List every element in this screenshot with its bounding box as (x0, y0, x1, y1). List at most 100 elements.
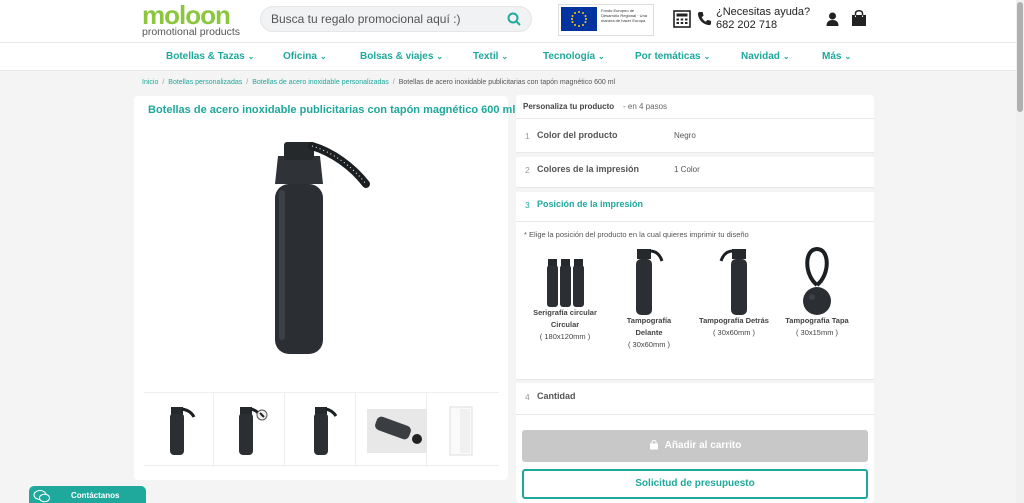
nav-item-tematicas[interactable]: Por temáticas ⌄ (635, 51, 710, 62)
user-icon[interactable] (826, 12, 839, 26)
product-thumbnail[interactable] (144, 393, 214, 467)
nav-item-label: Bolsas & viajes (360, 51, 434, 62)
nav-item-label: Por temáticas (635, 51, 701, 62)
chevron-down-icon: ⌄ (501, 52, 509, 61)
option-image (782, 245, 852, 315)
search-icon[interactable] (507, 12, 521, 26)
step-number: 4 (525, 392, 530, 402)
option-tampografia-detras[interactable]: Tampografía Detrás ( 30x60mm ) (699, 245, 769, 339)
step-print-position[interactable]: 3 Posición de la impresión (516, 188, 874, 222)
main-nav: Botellas & Tazas ⌄ Oficina ⌄ Bolsas & viaj… (0, 42, 1016, 71)
nav-item-navidad[interactable]: Navidad ⌄ (741, 51, 790, 62)
product-thumbnail[interactable] (428, 393, 498, 467)
chevron-down-icon: ⌄ (703, 52, 711, 61)
breadcrumb-link[interactable]: Botellas personalizadas (168, 79, 242, 86)
configurator-header: Personaliza tu producto - en 4 pasos (516, 95, 874, 119)
nav-item-bolsas[interactable]: Bolsas & viajes ⌄ (360, 51, 443, 62)
shopping-bag-icon (649, 440, 658, 450)
step-print-colors[interactable]: 2 Colores de la impresión 1 Color (516, 153, 874, 188)
shopping-bag-icon[interactable] (851, 10, 867, 27)
contact-tab[interactable]: Contáctanos (29, 486, 146, 503)
add-to-cart-label: Añadir al carrito (664, 440, 742, 451)
step-product-color[interactable]: 1 Color del producto Negro (516, 119, 874, 153)
option-image (614, 245, 684, 315)
breadcrumb-link[interactable]: Inicio (142, 79, 158, 86)
breadcrumb-separator: / (392, 79, 395, 86)
site-logo[interactable]: moloon promotional products (142, 2, 246, 40)
nav-item-label: Navidad (741, 51, 780, 62)
chevron-down-icon: ⌄ (782, 52, 790, 61)
step-number: 2 (525, 165, 530, 175)
nav-item-label: Textil (473, 51, 499, 62)
scrollbar-thumb[interactable] (1017, 2, 1023, 112)
option-tampografia-delante[interactable]: Tampografía Delante ( 30x60mm ) (614, 245, 684, 351)
add-to-cart-button[interactable]: Añadir al carrito (522, 430, 868, 462)
product-thumbnails (144, 392, 499, 467)
page-scrollbar[interactable] (1016, 0, 1024, 503)
breadcrumb-link[interactable]: Botellas de acero inoxidable personaliza… (252, 79, 389, 86)
configurator-subtitle: - en 4 pasos (623, 102, 668, 111)
product-thumbnail[interactable] (215, 393, 285, 467)
logo-wordmark: moloon (142, 0, 231, 30)
option-name: Tampografía Delante (626, 316, 672, 337)
phone-icon[interactable] (697, 11, 712, 26)
eu-funding-text: Fondo Europeo de Desarrollo Regional · U… (601, 8, 648, 23)
breadcrumb-current: Botellas de acero inoxidable publicitari… (398, 79, 616, 86)
step-label: Posición de la impresión (537, 199, 644, 209)
calculator-icon[interactable] (673, 10, 691, 28)
step-label: Color del producto (537, 130, 618, 140)
eu-flag-icon (561, 7, 597, 31)
chevron-down-icon: ⌄ (319, 52, 327, 61)
nav-item-tecnologia[interactable]: Tecnología ⌄ (543, 51, 605, 62)
option-image (530, 245, 600, 307)
logo-tagline: promotional products (142, 26, 241, 38)
step-value: 1 Color (674, 165, 700, 174)
step-quantity[interactable]: 4 Cantidad (516, 379, 874, 415)
step-value: Negro (674, 131, 696, 140)
product-title: Botellas de acero inoxidable publicitari… (148, 104, 516, 116)
option-size: ( 180x120mm ) (539, 332, 591, 341)
contact-label: Contáctanos (71, 491, 120, 500)
nav-item-mas[interactable]: Más ⌄ (822, 51, 851, 62)
option-serigrafia-circular[interactable]: Serigrafía circular Circular ( 180x120mm… (530, 245, 600, 343)
breadcrumb-separator: / (246, 79, 249, 86)
nav-item-label: Botellas & Tazas (166, 51, 245, 62)
chevron-down-icon: ⌄ (247, 52, 255, 61)
nav-item-oficina[interactable]: Oficina ⌄ (283, 51, 327, 62)
product-thumbnail[interactable] (357, 393, 427, 467)
nav-item-textil[interactable]: Textil ⌄ (473, 51, 508, 62)
product-card: Botellas de acero inoxidable publicitari… (134, 96, 515, 480)
option-size: ( 30x15mm ) (795, 328, 839, 337)
search-bar (260, 6, 532, 32)
option-size: ( 30x60mm ) (712, 328, 756, 337)
nav-item-label: Oficina (283, 51, 317, 62)
breadcrumb: Inicio / Botellas personalizadas / Botellas … (142, 79, 615, 86)
step-number: 3 (525, 200, 530, 210)
option-name: Serigrafía circular Circular (533, 308, 597, 329)
search-input[interactable] (271, 7, 501, 31)
step-label: Cantidad (537, 391, 576, 401)
print-position-hint: * Elige la posición del producto en la c… (524, 230, 749, 239)
nav-item-label: Más (822, 51, 842, 62)
step-number: 1 (525, 131, 530, 141)
option-tampografia-tapa[interactable]: Tampografía Tapa ( 30x15mm ) (782, 245, 852, 339)
eu-funding-badge: Fondo Europeo de Desarrollo Regional · U… (558, 4, 654, 36)
step-label: Colores de la impresión (537, 164, 640, 174)
request-quote-button[interactable]: Solicitud de presupuesto (522, 469, 868, 499)
site-header: moloon promotional products Fondo Europe… (0, 0, 1016, 42)
product-main-image[interactable] (212, 126, 432, 366)
help-question: ¿Necesitas ayuda? (716, 6, 811, 18)
product-thumbnail[interactable] (286, 393, 356, 467)
option-image (699, 245, 769, 315)
breadcrumb-separator: / (162, 79, 165, 86)
product-configurator: Personaliza tu producto - en 4 pasos 1 C… (516, 95, 874, 503)
nav-item-label: Tecnología (543, 51, 596, 62)
chevron-down-icon: ⌄ (598, 52, 605, 61)
chevron-down-icon: ⌄ (436, 52, 444, 61)
help-phone-number[interactable]: 682 202 718 (716, 19, 777, 31)
chevron-down-icon: ⌄ (844, 52, 852, 61)
nav-item-botellas[interactable]: Botellas & Tazas ⌄ (166, 51, 254, 62)
configurator-title: Personaliza tu producto (523, 102, 615, 111)
option-size: ( 30x60mm ) (627, 340, 671, 349)
chat-bubbles-icon (33, 490, 50, 503)
